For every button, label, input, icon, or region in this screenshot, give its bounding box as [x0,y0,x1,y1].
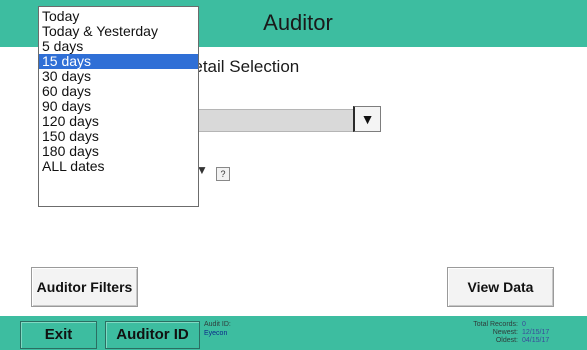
newest-value: 12/15/17 [522,329,550,336]
auditor-id-button[interactable]: Auditor ID [105,321,200,349]
page-title: Auditor [263,10,333,35]
dropdown-option[interactable]: 180 days [39,144,198,159]
oldest-value: 04/15/17 [522,337,550,344]
total-records-value: 0 [522,321,526,328]
view-data-button[interactable]: View Data [447,267,554,307]
dropdown-option[interactable]: 150 days [39,129,198,144]
date-range-dropdown[interactable]: Today Today & Yesterday 5 days 15 days 3… [38,6,199,207]
dropdown-option[interactable]: 60 days [39,84,198,99]
dropdown-option[interactable]: 90 days [39,99,198,114]
help-icon[interactable]: ? [216,167,230,181]
auditor-filters-button[interactable]: Auditor Filters [31,267,138,307]
dropdown-option[interactable]: 5 days [39,39,198,54]
audit-id-label: Audit ID: [204,321,231,328]
dropdown-option[interactable]: 15 days [39,54,198,69]
dropdown-option[interactable]: 30 days [39,69,198,84]
newest-label: Newest: [492,329,518,336]
dropdown-option[interactable]: Today & Yesterday [39,24,198,39]
audit-id-value: Eyecon [204,330,228,337]
chevron-down-icon[interactable]: ▼ [353,106,381,132]
oldest-label: Oldest: [495,337,518,344]
dropdown-option[interactable]: 120 days [39,114,198,129]
exit-button[interactable]: Exit [20,321,97,349]
dropdown-option[interactable]: Today [39,9,198,24]
dropdown-option[interactable]: ALL dates [39,159,198,174]
total-records-label: Total Records: [473,321,518,328]
